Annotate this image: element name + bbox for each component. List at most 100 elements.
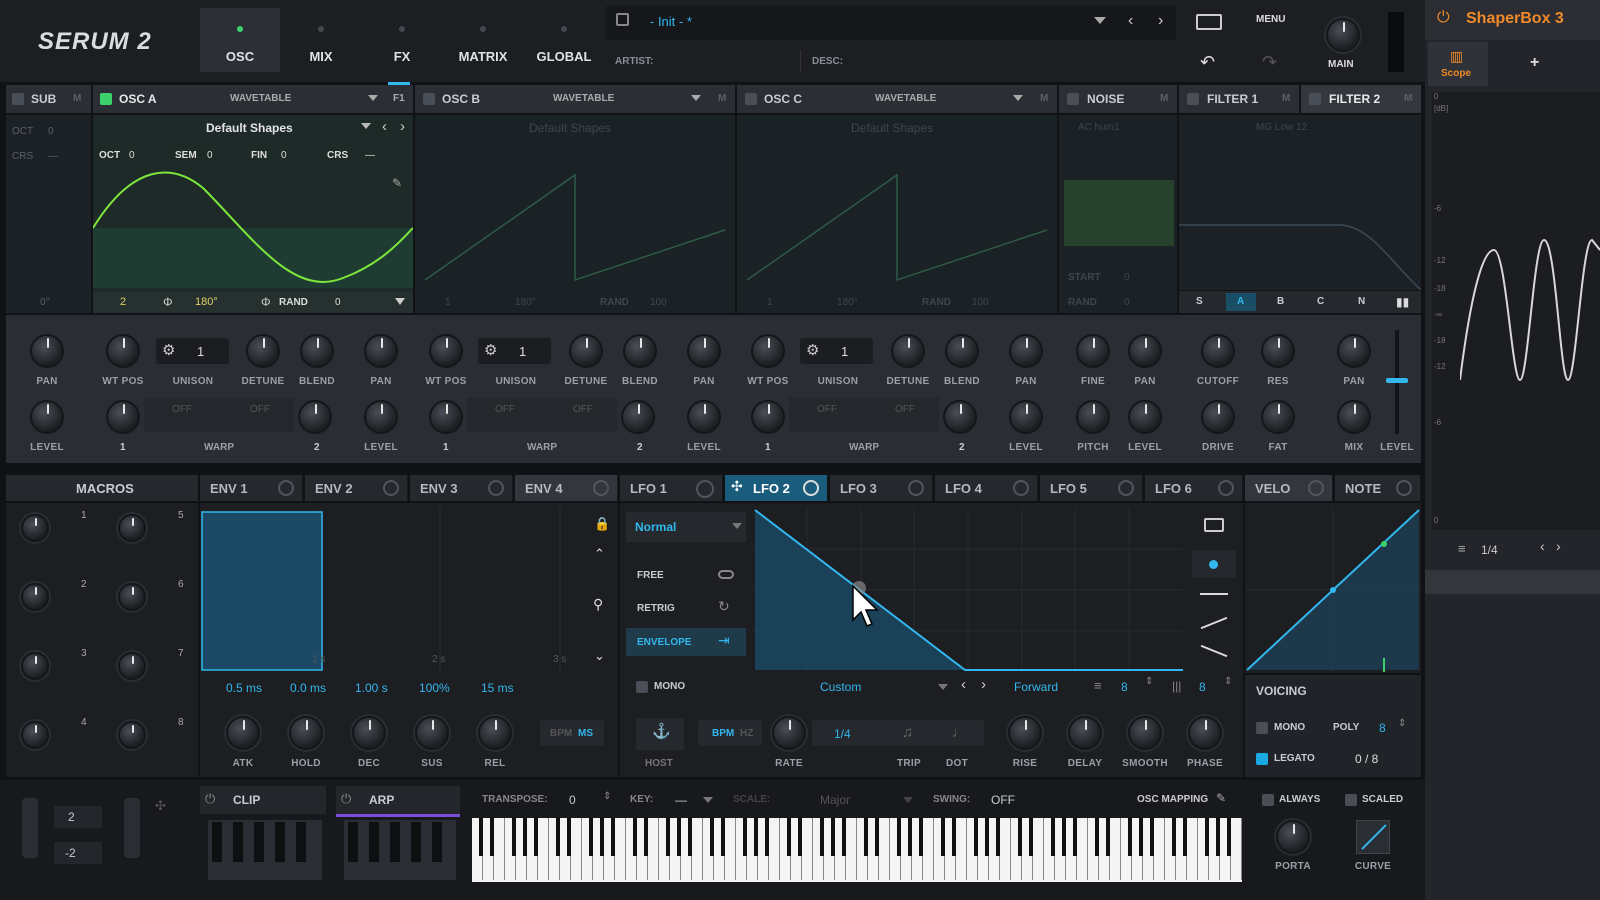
noise-pan-knob[interactable] [1128, 334, 1162, 368]
noise-level-knob[interactable] [1128, 400, 1162, 434]
sub-pan-knob[interactable] [30, 334, 64, 368]
tab-velo[interactable]: VELO [1245, 475, 1333, 501]
filter-cutoff-knob[interactable] [1201, 334, 1235, 368]
main-volume-knob[interactable] [1326, 18, 1360, 52]
env-hold-value[interactable]: 0.0 ms [290, 681, 326, 695]
noise-pitch-knob[interactable] [1076, 400, 1110, 434]
osc-mapping-button[interactable]: OSC MAPPING [1137, 794, 1208, 805]
piano-white-key[interactable] [846, 818, 857, 880]
drag-mod-icon[interactable]: ✣ [731, 478, 743, 495]
lfo-hz-option[interactable]: HZ [740, 728, 753, 739]
osc-a-blend-knob[interactable] [300, 334, 334, 368]
osc-a-warp1-mode[interactable]: OFF [172, 404, 192, 415]
osc-a-filter-route[interactable]: F1 [393, 93, 405, 104]
preset-name[interactable]: - Init - * [650, 14, 692, 29]
osc-a-wtpos-knob[interactable] [106, 334, 140, 368]
lfo-rate-value[interactable]: 1/4 [834, 727, 851, 741]
noise-sample-name[interactable]: AC hum1 [1078, 122, 1120, 133]
next-preset-icon[interactable]: › [1158, 12, 1163, 30]
osc-c-warp1-knob[interactable] [751, 400, 785, 434]
macro-4-knob[interactable] [21, 721, 49, 749]
tab-lfo1[interactable]: LFO 1 [620, 475, 723, 501]
osc-a-oct-value[interactable]: 0 [129, 150, 135, 161]
osc-a-fin-value[interactable]: 0 [281, 150, 287, 161]
arp-power-icon[interactable]: ⏻ [341, 791, 351, 807]
piano-white-key[interactable] [1154, 818, 1165, 880]
osc-c-frame-value[interactable]: 1 [767, 297, 773, 308]
env-attack-knob[interactable] [226, 716, 260, 750]
mini-key[interactable] [254, 822, 264, 862]
osc-a-warp-box[interactable] [144, 398, 294, 432]
osc-a-type[interactable]: WAVETABLE [230, 93, 291, 104]
macro-1-knob[interactable] [21, 514, 49, 542]
piano-white-key[interactable] [879, 818, 890, 880]
macro-6-knob[interactable] [118, 583, 146, 611]
osc-c-type-dropdown-icon[interactable] [1013, 95, 1023, 101]
menu-button[interactable]: MENU [1256, 14, 1285, 25]
osc-b-waveform[interactable] [415, 170, 735, 290]
piano-white-key[interactable] [725, 818, 736, 880]
triplet-icon[interactable]: ♫ [902, 724, 913, 741]
filter-res-knob[interactable] [1261, 334, 1295, 368]
piano-white-key[interactable] [615, 818, 626, 880]
osc-a-next-table-icon[interactable]: › [400, 118, 405, 135]
piano-white-key[interactable] [769, 818, 780, 880]
piano-white-key[interactable] [802, 818, 813, 880]
always-checkbox[interactable] [1262, 794, 1274, 806]
osc-b-blend-knob[interactable] [623, 334, 657, 368]
piano-white-key[interactable] [648, 818, 659, 880]
lock-icon[interactable]: 🔒 [594, 516, 610, 532]
env-bpm-option[interactable]: BPM [550, 728, 572, 739]
mod-wheel[interactable] [124, 798, 140, 858]
sub-phase-value[interactable]: 0° [40, 297, 50, 308]
transpose-value[interactable]: 0 [569, 793, 576, 807]
scroll-down-icon[interactable]: ⌄ [594, 648, 605, 664]
tab-mix[interactable]: MIX [281, 8, 361, 72]
pitchbend-down-value[interactable]: -2 [65, 846, 76, 860]
lfo-graph[interactable] [753, 508, 1183, 672]
osc-c-enable-checkbox[interactable] [745, 93, 757, 105]
arp-label[interactable]: ARP [369, 793, 394, 807]
save-icon[interactable] [616, 13, 629, 26]
env-sustain-knob[interactable] [415, 716, 449, 750]
move-icon[interactable]: ✣ [155, 798, 166, 814]
mini-key[interactable] [348, 822, 358, 862]
lfo-prev-shape-icon[interactable]: ‹ [961, 676, 966, 693]
mini-key[interactable] [432, 822, 442, 862]
lfo-phase-knob[interactable] [1188, 716, 1222, 750]
piano-white-key[interactable] [538, 818, 549, 880]
osc-b-warp1-knob[interactable] [429, 400, 463, 434]
filter-route-bars-icon[interactable]: ▮▮ [1396, 295, 1409, 309]
osc-b-wavetable-name[interactable]: Default Shapes [529, 121, 611, 135]
piano-white-key[interactable] [1110, 818, 1121, 880]
filter-route-a[interactable]: A [1237, 296, 1244, 307]
filter-level-slider-handle[interactable] [1386, 378, 1408, 383]
filter2-enable-checkbox[interactable] [1309, 93, 1321, 105]
piano-white-key[interactable] [1231, 818, 1242, 880]
osc-c-type[interactable]: WAVETABLE [875, 93, 936, 104]
lfo-delay-knob[interactable] [1068, 716, 1102, 750]
pitch-wheel[interactable] [22, 798, 38, 858]
lfo-shape-value[interactable]: Custom [820, 680, 861, 694]
noise-fine-knob[interactable] [1076, 334, 1110, 368]
undo-icon[interactable]: ↶ [1200, 52, 1215, 73]
env-hold-knob[interactable] [289, 716, 323, 750]
osc-c-wavetable-name[interactable]: Default Shapes [851, 121, 933, 135]
flat-line-tool-icon[interactable] [1200, 593, 1228, 595]
lfo-retrig-option[interactable]: RETRIG [637, 603, 675, 614]
velocity-curve[interactable] [1245, 508, 1421, 672]
mini-key[interactable] [411, 822, 421, 862]
scroll-up-icon[interactable]: ⌃ [594, 546, 605, 562]
osc-b-detune-knob[interactable] [569, 334, 603, 368]
osc-c-unison-value[interactable]: 1 [841, 344, 848, 359]
power-icon[interactable]: ⏻ [1437, 9, 1450, 27]
osc-b-pan-knob[interactable] [687, 334, 721, 368]
env-release-value[interactable]: 15 ms [481, 681, 514, 695]
osc-b-warp1-mode[interactable]: OFF [495, 404, 515, 415]
filter-fat-knob[interactable] [1261, 400, 1295, 434]
grid-x-stepper-icon[interactable]: ⇕ [1145, 676, 1153, 687]
scale-dropdown-icon[interactable] [903, 797, 913, 803]
zoom-icon[interactable]: ⚲ [593, 596, 603, 613]
osc-b-warp2-knob[interactable] [621, 400, 655, 434]
osc-c-mute-button[interactable]: M [1040, 93, 1048, 104]
